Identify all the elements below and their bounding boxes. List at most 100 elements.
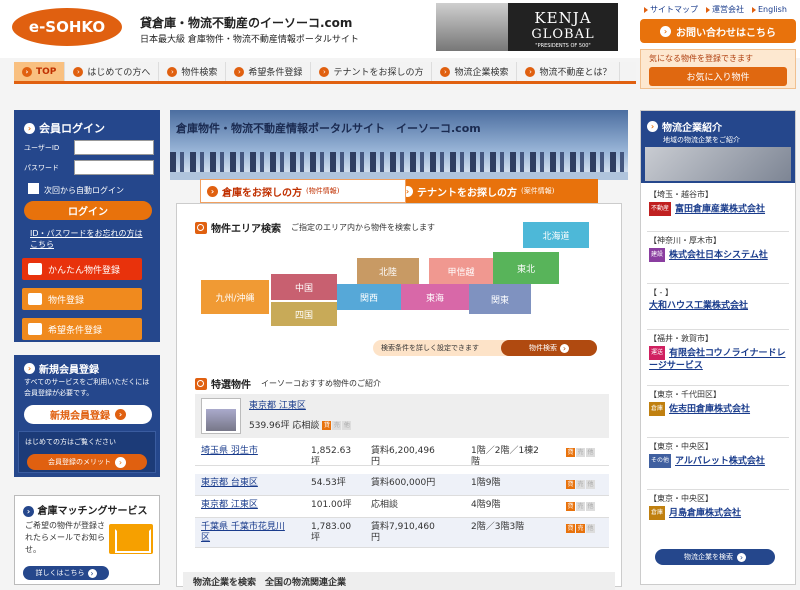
company-intro-title: 物流企業紹介 — [662, 123, 722, 134]
property-register-button[interactable]: 物件登録 — [22, 288, 142, 310]
sitemap-text[interactable]: サイトマップ — [650, 4, 698, 15]
detail-search-bar: 検索条件を詳しく設定できます 物件検索 › — [373, 340, 597, 356]
login-button[interactable]: ログイン — [24, 201, 152, 220]
nav-label: TOP — [36, 66, 57, 77]
featured-address-link[interactable]: 東京都 江東区 — [249, 398, 306, 411]
nav-about[interactable]: › 物流不動産とは？ — [517, 62, 621, 81]
row-floor: 4階9階 — [471, 500, 501, 510]
area-text: 539.96坪 応相談 — [249, 421, 320, 431]
chevron-right-icon: › — [167, 66, 178, 77]
region-kansai[interactable]: 関西 — [337, 284, 401, 310]
property-thumbnail[interactable] — [201, 398, 241, 434]
hero-banner: 倉庫物件・物流不動産情報ポータルサイト イーソーコ.com — [170, 110, 628, 180]
nav-criteria-register[interactable]: › 希望条件登録 — [226, 62, 312, 81]
nav-first-time[interactable]: › はじめての方へ — [65, 62, 160, 81]
company-region: 【東京・千代田区】 — [649, 390, 721, 399]
region-chugoku[interactable]: 中国 — [271, 274, 337, 300]
other-badge-icon: 他 — [342, 421, 352, 430]
company-link[interactable]: 運営会社 — [706, 4, 744, 15]
region-tokai[interactable]: 東海 — [401, 284, 469, 310]
row-address-link[interactable]: 千葉県 千葉市花見川 区 — [201, 522, 285, 544]
company-name-link[interactable]: 有限会社コウノライナードレージサービス — [649, 349, 785, 372]
company-name-link[interactable]: 月島倉庫株式会社 — [669, 509, 741, 519]
table-row: 東京都 江東区 101.00坪 応相談 4階9階 貸売他 — [195, 496, 609, 518]
row-address-link[interactable]: 東京都 台東区 — [201, 478, 258, 489]
ad-banner[interactable]: KENJA GLOBAL "PRESIDENTS OF 500" — [436, 3, 618, 51]
nav-top[interactable]: › TOP — [14, 62, 66, 81]
region-tohoku[interactable]: 東北 — [493, 252, 559, 284]
featured-title: 特選物件 イーソーコおすすめ物件のご紹介 — [195, 376, 381, 391]
company-name-link[interactable]: 大和ハウス工業株式会社 — [649, 301, 748, 311]
english-link[interactable]: English — [752, 4, 787, 15]
english-text[interactable]: English — [758, 5, 787, 14]
company-name-link[interactable]: 富田倉庫産業株式会社 — [675, 205, 765, 215]
row-price: 応相談 — [371, 500, 399, 510]
button-label: 希望条件登録 — [48, 325, 103, 336]
region-shikoku[interactable]: 四国 — [271, 302, 337, 326]
company-line: 倉庫 月島倉庫株式会社 — [649, 506, 789, 520]
merit-button[interactable]: 会員登録のメリット › — [27, 454, 147, 470]
button-label: 物流企業を検索 — [684, 553, 733, 561]
nav-label: 物流不動産とは？ — [539, 68, 612, 78]
user-id-label: ユーザーID — [24, 144, 60, 152]
tab-warehouse[interactable]: › 倉庫をお探しの方 (物件情報) — [200, 179, 406, 203]
company-region: 【 - 】 — [649, 288, 673, 297]
nav-tenant[interactable]: › テナントをお探しの方 — [311, 62, 433, 81]
arrow-icon — [644, 6, 648, 13]
register-title: 新規会員登録 — [39, 365, 99, 376]
row-floor: 1階9階 — [471, 478, 501, 488]
nav-company-search[interactable]: › 物流企業検索 — [432, 62, 518, 81]
chevron-right-icon: › — [234, 66, 245, 77]
sitemap-link[interactable]: サイトマップ — [644, 4, 698, 15]
nav-property-search[interactable]: › 物件検索 — [159, 62, 227, 81]
password-input[interactable] — [74, 160, 154, 175]
region-hokkaido[interactable]: 北海道 — [523, 222, 589, 248]
favorite-button[interactable]: お気に入り物件 — [649, 67, 787, 86]
company-text[interactable]: 運営会社 — [712, 4, 744, 15]
region-hokuriku[interactable]: 北陸 — [357, 258, 419, 284]
nav-label: はじめての方へ — [87, 68, 151, 78]
button-label: かんたん物件登録 — [48, 265, 121, 276]
chevron-right-icon: › — [24, 122, 35, 134]
company-region: 【東京・中央区】 — [649, 494, 713, 503]
new-register-button[interactable]: 新規会員登録 › — [24, 405, 152, 424]
company-name-link[interactable]: アルパレット株式会社 — [675, 457, 765, 467]
contact-button[interactable]: › お問い合わせはこちら — [640, 19, 796, 43]
featured-area: 539.96坪 応相談貸売他 — [249, 418, 352, 431]
row-address-link[interactable]: 東京都 江東区 — [201, 500, 258, 511]
site-subtitle: 日本最大級 倉庫物件・物流不動産情報ポータルサイト — [140, 35, 359, 45]
company-search-button[interactable]: 物流企業を検索 › — [655, 549, 775, 565]
company-name-link[interactable]: 佐志田倉庫株式会社 — [669, 405, 750, 415]
site-logo[interactable]: e-SOHKO — [12, 8, 122, 46]
clipboard-icon — [28, 323, 42, 335]
row-address-link[interactable]: 埼玉県 羽生市 — [201, 446, 258, 457]
divider — [647, 385, 789, 386]
tab-sub: (案件情報) — [521, 187, 555, 195]
company-name-link[interactable]: 株式会社日本システム社 — [669, 251, 768, 261]
property-search-button[interactable]: 物件検索 › — [501, 340, 597, 356]
region-kanto[interactable]: 関東 — [469, 284, 531, 314]
sale-badge-icon: 売 — [576, 524, 585, 533]
auto-login-checkbox[interactable] — [28, 183, 39, 194]
other-badge-icon: 他 — [586, 524, 595, 533]
button-label: 物件登録 — [48, 295, 85, 306]
tab-tenant[interactable]: › テナントをお探しの方 (案件情報) — [380, 179, 598, 203]
status-badges: 貸売他 — [322, 421, 352, 430]
easy-register-button[interactable]: かんたん物件登録 — [22, 258, 142, 280]
featured-property[interactable]: 東京都 江東区 539.96坪 応相談貸売他 — [195, 394, 609, 438]
chevron-right-icon: › — [525, 66, 536, 77]
region-kyushu-okinawa[interactable]: 九州/沖縄 — [201, 280, 269, 314]
region-koshinetsu[interactable]: 甲信越 — [429, 258, 493, 284]
contact-label: お問い合わせはこちら — [676, 27, 776, 39]
chevron-right-icon: › — [87, 568, 97, 578]
chevron-right-icon: › — [737, 552, 746, 562]
company-search-section[interactable]: 物流企業を検索 全国の物流関連企業 — [183, 572, 615, 590]
company-region: 【東京・中央区】 — [649, 442, 713, 451]
chevron-right-icon: › — [115, 409, 126, 420]
company-line: 建設 株式会社日本システム社 — [649, 248, 789, 262]
user-id-input[interactable] — [74, 140, 154, 155]
forgot-password-link[interactable]: ID・パスワードをお忘れの方はこちら — [30, 228, 150, 250]
matching-detail-button[interactable]: 詳しくはこちら › — [23, 566, 109, 580]
criteria-register-button[interactable]: 希望条件登録 — [22, 318, 142, 340]
row-area: 1,852.63 坪 — [311, 446, 352, 467]
